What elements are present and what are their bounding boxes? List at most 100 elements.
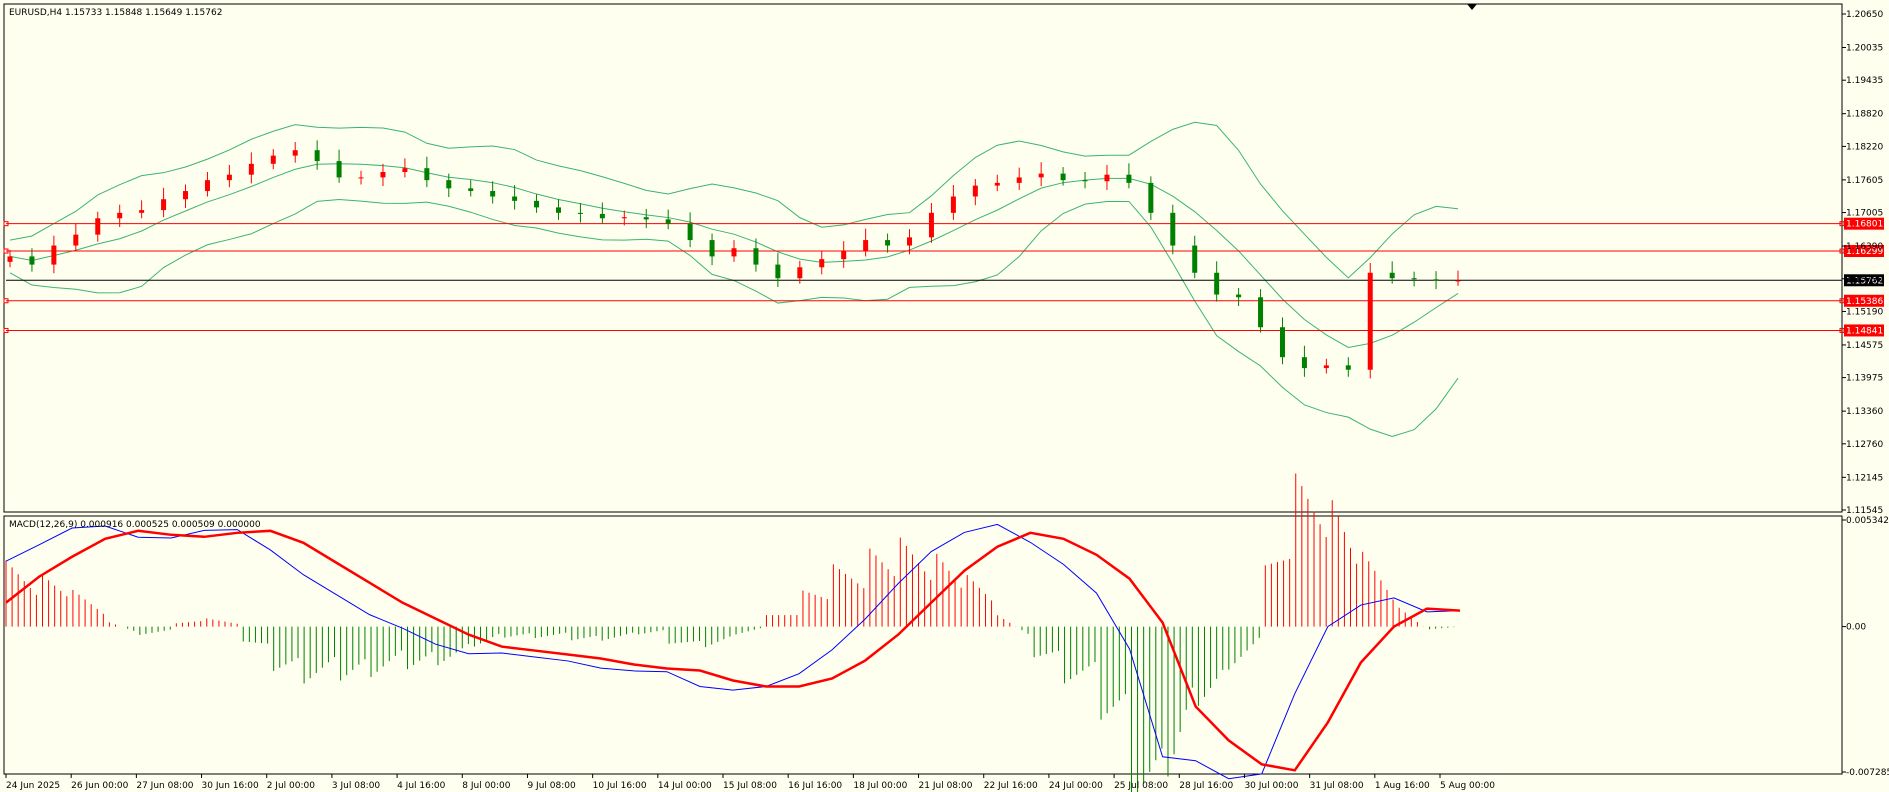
candle-body	[643, 217, 649, 220]
time-tick-label: 25 Jul 08:00	[1114, 781, 1168, 791]
candle-body	[731, 248, 737, 257]
candle-body	[402, 168, 408, 172]
candle-body	[314, 150, 320, 162]
time-tick-label: 21 Jul 08:00	[919, 781, 973, 791]
price-tick-label: 1.15190	[1846, 307, 1883, 317]
candle-body	[1082, 180, 1088, 182]
candle-body	[1323, 365, 1329, 369]
time-tick-label: 1 Aug 16:00	[1375, 781, 1430, 791]
price-tick-label: 1.15790	[1846, 275, 1883, 285]
time-tick-label: 28 Jul 16:00	[1179, 781, 1233, 791]
candle-body	[490, 191, 496, 197]
candle-body	[512, 196, 518, 201]
candle-body	[226, 174, 232, 181]
time-tick-label: 16 Jul 16:00	[788, 781, 842, 791]
macd-tick-label: 0.00	[1846, 623, 1866, 633]
macd-tick-label: 0.005342	[1846, 516, 1889, 526]
time-tick-label: 27 Jun 08:00	[136, 781, 193, 791]
price-tick-label: 1.20035	[1846, 44, 1883, 54]
candle-body	[358, 177, 364, 179]
price-tick-label: 1.19435	[1846, 76, 1883, 86]
candle-body	[1170, 212, 1176, 246]
candle-body	[1016, 177, 1022, 183]
price-tick-label: 1.13360	[1846, 407, 1883, 417]
candle-body	[1148, 182, 1154, 213]
candle-body	[775, 264, 781, 279]
candle-body	[577, 212, 583, 214]
candle-body	[1433, 279, 1439, 281]
price-tick-label: 1.18220	[1846, 142, 1883, 152]
price-tick-label: 1.12145	[1846, 473, 1883, 483]
candle-body	[204, 180, 210, 192]
candle-body	[1455, 280, 1461, 282]
candle-body	[1258, 297, 1264, 328]
candle-body	[183, 191, 189, 200]
time-tick-label: 15 Jul 08:00	[723, 781, 777, 791]
level-price-label: 1.14841	[1846, 326, 1883, 336]
candle-body	[248, 163, 254, 175]
time-tick-label: 10 Jul 16:00	[593, 781, 647, 791]
candle-body	[117, 212, 123, 219]
price-tick-label: 1.18820	[1846, 110, 1883, 120]
macd-header: MACD(12,26,9) 0.000916 0.000525 0.000509…	[9, 520, 261, 530]
candle-body	[1038, 173, 1044, 178]
candle-body	[928, 212, 934, 238]
candle-body	[885, 240, 891, 246]
time-tick-label: 30 Jul 00:00	[1244, 781, 1298, 791]
time-tick-label: 18 Jul 00:00	[853, 781, 907, 791]
candle-body	[468, 188, 474, 192]
candle-body	[1236, 294, 1242, 298]
candle-body	[797, 267, 803, 279]
main-header: EURUSD,H4 1.15733 1.15848 1.15649 1.1576…	[9, 8, 222, 18]
candle-body	[687, 223, 693, 241]
candle-body	[994, 182, 1000, 186]
candle-body	[841, 250, 847, 260]
candle-body	[29, 256, 35, 265]
candle-body	[446, 180, 452, 189]
candle-body	[161, 199, 167, 211]
candle-body	[863, 240, 869, 251]
candle-body	[599, 213, 605, 219]
price-tick-label: 1.13975	[1846, 374, 1883, 384]
candle-body	[292, 150, 298, 156]
time-tick-label: 5 Aug 00:00	[1440, 781, 1495, 791]
candle-body	[73, 234, 79, 246]
candle-body	[819, 259, 825, 268]
candle-body	[1104, 174, 1110, 182]
candle-body	[1060, 173, 1066, 181]
candle-body	[950, 196, 956, 213]
price-tick-label: 1.17605	[1846, 176, 1883, 186]
candle-body	[1389, 272, 1395, 279]
time-tick-label: 31 Jul 08:00	[1310, 781, 1364, 791]
candle-body	[1192, 245, 1198, 273]
candle-body	[139, 210, 145, 213]
time-tick-label: 8 Jul 00:00	[462, 781, 511, 791]
candle-body	[1301, 357, 1307, 369]
chart-canvas[interactable]: 1.168011.162991.157621.153861.14841 1.20…	[0, 0, 1889, 792]
price-tick-label: 1.20650	[1846, 10, 1883, 20]
candle-body	[972, 185, 978, 197]
candle-body	[424, 168, 430, 181]
time-tick-label: 30 Jun 16:00	[202, 781, 259, 791]
time-tick-label: 2 Jul 00:00	[267, 781, 316, 791]
candle-body	[1279, 327, 1285, 358]
time-tick-label: 26 Jun 00:00	[71, 781, 128, 791]
level-price-label: 1.16801	[1846, 220, 1883, 230]
time-tick-label: 24 Jul 00:00	[1049, 781, 1103, 791]
candle-body	[621, 217, 627, 219]
time-tick-label: 22 Jul 16:00	[984, 781, 1038, 791]
price-tick-label: 1.12760	[1846, 440, 1883, 450]
candle-body	[270, 155, 276, 164]
time-tick-label: 14 Jul 00:00	[658, 781, 712, 791]
candle-body	[7, 256, 13, 262]
candle-body	[380, 171, 386, 178]
candle-body	[709, 240, 715, 257]
time-tick-label: 9 Jul 08:00	[527, 781, 576, 791]
candle-body	[1214, 272, 1220, 295]
candle-body	[95, 218, 101, 235]
candle-body	[907, 237, 913, 246]
candle-body	[336, 161, 342, 178]
price-tick-label: 1.16390	[1846, 242, 1883, 252]
time-tick-label: 4 Jul 16:00	[397, 781, 446, 791]
candle-body	[1367, 272, 1373, 370]
